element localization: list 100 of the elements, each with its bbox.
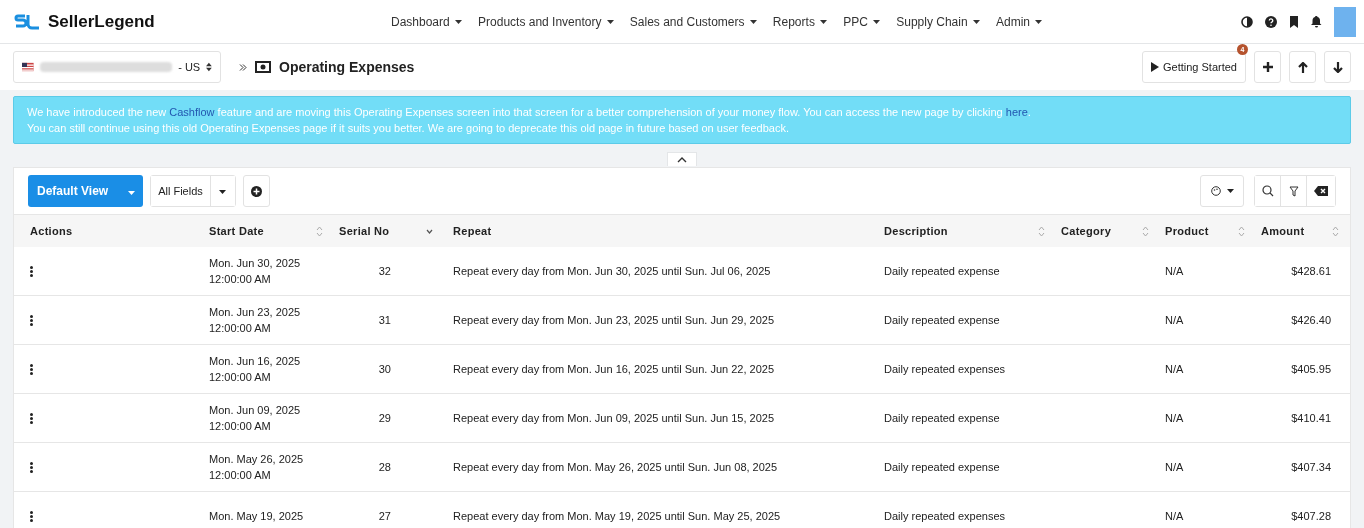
more-options-icon[interactable]: [30, 314, 33, 326]
caret-icon: [128, 191, 136, 195]
up-down-caret-icon: [206, 62, 212, 72]
caret-icon: [455, 20, 463, 25]
arrow-down-icon: [1332, 61, 1343, 73]
description-text: Daily repeated expenses: [884, 510, 1006, 522]
sort-descending-icon[interactable]: [426, 228, 433, 234]
arrow-down-button[interactable]: [1324, 51, 1351, 83]
here-link[interactable]: here: [1005, 106, 1028, 118]
more-options-icon[interactable]: [30, 265, 33, 277]
bookmark-icon[interactable]: [1289, 15, 1299, 28]
arrow-up-icon: [1297, 61, 1308, 73]
filter-icon: [1288, 185, 1299, 197]
amount-text: $407.28: [1291, 510, 1331, 522]
palette-icon: [1210, 186, 1221, 196]
caret-icon: [749, 20, 757, 25]
collapse-button[interactable]: [667, 152, 697, 166]
caret-icon: [219, 190, 227, 194]
column-header[interactable]: Repeat: [453, 225, 492, 237]
caret-icon: [972, 20, 980, 25]
nav-menu-item[interactable]: Products and Inventory: [471, 14, 621, 29]
repeat-text: Repeat every day from Mon. Jun 30, 2025 until Sun. Jul 06, 2025: [453, 265, 771, 277]
flag-icon: [22, 62, 34, 72]
add-column-button[interactable]: [242, 175, 270, 207]
description-text: Daily repeated expense: [884, 314, 1000, 326]
serial-number: 30: [378, 363, 391, 375]
plus-icon: [1262, 62, 1273, 72]
start-time: 12:00:00 AM: [209, 469, 271, 481]
column-header[interactable]: Description: [884, 225, 948, 237]
start-date: Mon. May 26, 2025: [209, 453, 304, 465]
start-time: 12:00:00 AM: [209, 322, 271, 334]
caret-icon: [606, 20, 614, 25]
column-header[interactable]: Serial No: [339, 225, 390, 237]
breadcrumb-separator-icon: [239, 63, 247, 71]
serial-number: 29: [378, 412, 391, 424]
more-options-icon[interactable]: [30, 461, 33, 473]
bell-icon[interactable]: [1311, 15, 1322, 28]
banner-text: You can still continue using this old Operating Expenses page if it suits you better. We are going to deprecate this old page in future based on user feedback.: [27, 121, 790, 136]
serial-number: 32: [378, 265, 391, 277]
description-text: Daily repeated expenses: [884, 363, 1006, 375]
nav-menu-item[interactable]: Supply Chain: [889, 14, 987, 29]
logo-icon: [14, 12, 40, 31]
nav-menu-item[interactable]: Admin: [988, 14, 1050, 29]
repeat-text: Repeat every day from Mon. Jun 16, 2025 until Sun. Jun 22, 2025: [453, 363, 775, 375]
brand-name: SellerLegend: [48, 11, 155, 32]
serial-number: 27: [378, 510, 391, 522]
search-icon: [1261, 185, 1274, 197]
banner-text: We have introduced the new Cashflow feature and are moving this Operating Expenses screen into that screen for a better comprehension of your money flow. You can access the new page by clicking here.: [27, 105, 1032, 120]
add-button[interactable]: [1254, 51, 1281, 83]
start-time: 12:00:00 AM: [209, 420, 271, 432]
product-text: N/A: [1165, 412, 1184, 424]
store-selector[interactable]: - US: [13, 51, 221, 83]
caret-icon: [1035, 20, 1043, 25]
fields-button[interactable]: All Fields: [151, 176, 211, 206]
serial-number: 31: [378, 314, 391, 326]
nav-menu-item[interactable]: PPC: [836, 14, 888, 29]
column-header[interactable]: Start Date: [209, 225, 264, 237]
more-options-icon[interactable]: [30, 412, 33, 424]
help-icon[interactable]: [1265, 15, 1277, 28]
nav-menu-item[interactable]: Reports: [765, 14, 835, 29]
arrow-up-button[interactable]: [1289, 51, 1316, 83]
description-text: Daily repeated expense: [884, 265, 1000, 277]
more-options-icon[interactable]: [30, 363, 33, 375]
start-time: 12:00:00 AM: [209, 273, 271, 285]
backspace-icon: [1314, 186, 1328, 196]
palette-dropdown-button[interactable]: [1200, 175, 1244, 207]
product-text: N/A: [1165, 510, 1184, 522]
amount-text: $426.40: [1291, 314, 1331, 326]
description-text: Daily repeated expense: [884, 461, 1000, 473]
more-options-icon[interactable]: [30, 510, 33, 522]
caret-icon: [873, 20, 881, 25]
start-time: 12:00:00 AM: [209, 371, 271, 383]
column-header[interactable]: Product: [1165, 225, 1209, 237]
amount-text: $428.61: [1291, 265, 1331, 277]
serial-number: 28: [378, 461, 391, 473]
product-text: N/A: [1165, 363, 1184, 375]
product-text: N/A: [1165, 461, 1184, 473]
column-header[interactable]: Category: [1061, 225, 1112, 237]
repeat-text: Repeat every day from Mon. Jun 09, 2025 until Sun. Jun 15, 2025: [453, 412, 775, 424]
product-text: N/A: [1165, 314, 1184, 326]
plus-circle-icon: [250, 185, 262, 197]
start-date: Mon. Jun 16, 2025: [209, 355, 301, 367]
start-date: Mon. May 19, 2025: [209, 510, 304, 522]
search-button[interactable]: [1255, 176, 1281, 206]
start-date: Mon. Jun 09, 2025: [209, 404, 301, 416]
column-header[interactable]: Amount: [1261, 225, 1305, 237]
column-header[interactable]: Actions: [30, 225, 73, 237]
caret-icon: [1226, 189, 1234, 193]
description-text: Daily repeated expense: [884, 412, 1000, 424]
contrast-icon[interactable]: [1241, 15, 1253, 28]
getting-started-button[interactable]: Getting Started: [1142, 51, 1246, 83]
nav-menu-item[interactable]: Dashboard: [384, 14, 470, 29]
amount-text: $407.34: [1291, 461, 1331, 473]
cashflow-link[interactable]: Cashflow: [169, 106, 215, 118]
page-title: Operating Expenses: [279, 59, 415, 75]
nav-menu-item[interactable]: Sales and Customers: [622, 14, 764, 29]
amount-text: $410.41: [1291, 412, 1331, 424]
chevron-up-icon: [677, 156, 687, 163]
repeat-text: Repeat every day from Mon. May 26, 2025 until Sun. Jun 08, 2025: [453, 461, 778, 473]
money-icon: [255, 61, 271, 73]
